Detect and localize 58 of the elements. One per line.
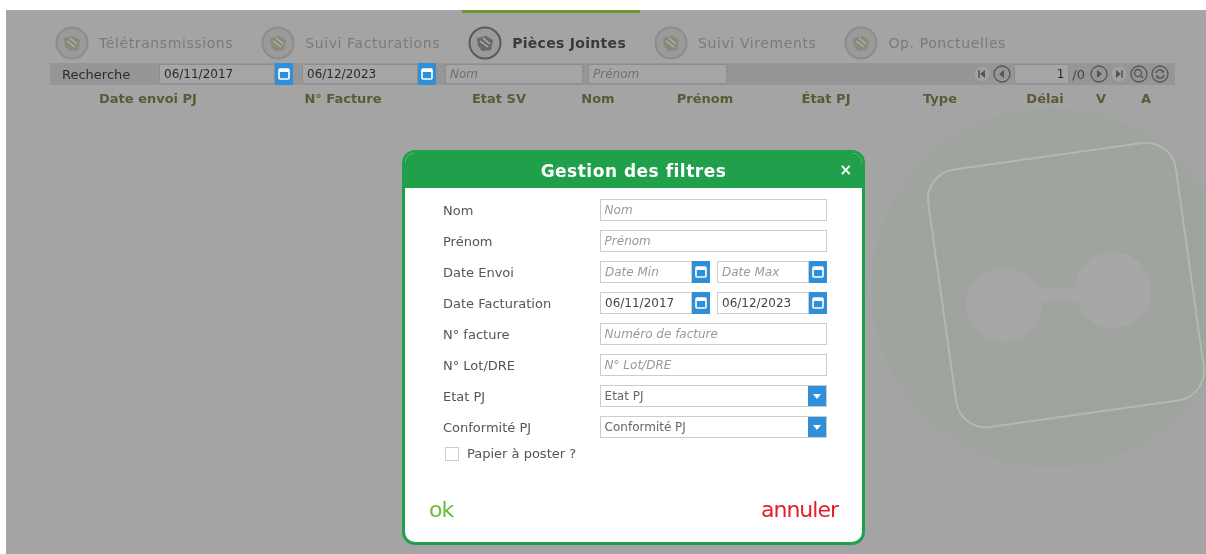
calendar-icon[interactable] (418, 63, 436, 85)
column-header[interactable]: Type (923, 90, 957, 106)
refresh-icon[interactable] (1151, 65, 1169, 83)
previous-page-icon[interactable] (993, 65, 1012, 83)
field-label: Nom (443, 202, 475, 218)
column-header[interactable]: État PJ (801, 90, 851, 106)
emblem-icon (654, 26, 689, 60)
field-label: N° facture (443, 326, 511, 342)
last-page-icon[interactable] (1111, 66, 1127, 82)
search-icon[interactable] (1130, 65, 1148, 83)
page-field[interactable]: 1 (1014, 64, 1070, 84)
emblem-icon (55, 26, 89, 60)
date-field[interactable]: 06/11/2017 (600, 292, 692, 314)
date-field[interactable]: 06/12/2023 (302, 64, 418, 84)
text-field[interactable]: Nom (599, 199, 827, 221)
page-total: /0 (1072, 66, 1085, 82)
emblem-icon (468, 26, 503, 60)
date-field[interactable]: 06/12/2023 (717, 292, 809, 314)
close-button[interactable]: × (839, 161, 852, 179)
cancel-button[interactable]: annuler (761, 497, 838, 522)
field-label: Prénom (443, 233, 494, 249)
dropdown[interactable]: Etat PJ (599, 385, 827, 407)
date-field[interactable]: 06/11/2017 (159, 64, 275, 84)
column-header[interactable]: Prénom (676, 90, 734, 106)
checkbox[interactable] (445, 446, 459, 461)
caret-icon (813, 424, 821, 430)
calendar-icon[interactable] (692, 292, 710, 314)
calendar-icon[interactable] (692, 261, 710, 283)
field-label: Conformité PJ (443, 419, 533, 435)
text-field[interactable]: Numéro de facture (599, 323, 827, 345)
caret-icon (813, 393, 821, 399)
column-header[interactable]: Etat SV (472, 90, 526, 106)
first-page-icon[interactable] (974, 66, 991, 82)
column-header[interactable]: Date envoi PJ (99, 90, 197, 106)
column-header[interactable]: N° Facture (304, 90, 382, 106)
field-label: Date Envoi (443, 264, 515, 280)
search-label: Recherche (61, 66, 132, 82)
calendar-icon[interactable] (809, 261, 827, 283)
dialog-title: Gestion des filtres (540, 160, 727, 181)
field-label: Date Facturation (443, 295, 553, 311)
calendar-icon[interactable] (275, 63, 293, 85)
field-label: N° Lot/DRE (443, 357, 517, 373)
emblem-icon (844, 26, 879, 60)
date-field[interactable]: Date Max (717, 261, 809, 283)
text-field[interactable]: Prénom (599, 230, 827, 252)
field-label: Etat PJ (443, 388, 487, 404)
column-header[interactable]: V (1095, 90, 1107, 106)
date-field[interactable]: Date Min (600, 261, 692, 283)
checkbox-label: Papier à poster ? (467, 446, 577, 461)
column-header[interactable]: A (1140, 90, 1152, 106)
emblem-icon (261, 26, 296, 60)
text-field[interactable]: N° Lot/DRE (599, 354, 827, 376)
column-header[interactable]: Nom (581, 90, 615, 106)
ok-button[interactable]: ok (429, 497, 454, 522)
calendar-icon[interactable] (809, 292, 827, 314)
dropdown[interactable]: Conformité PJ (599, 416, 827, 438)
column-header[interactable]: Délai (1026, 90, 1064, 106)
next-page-icon[interactable] (1090, 65, 1108, 83)
